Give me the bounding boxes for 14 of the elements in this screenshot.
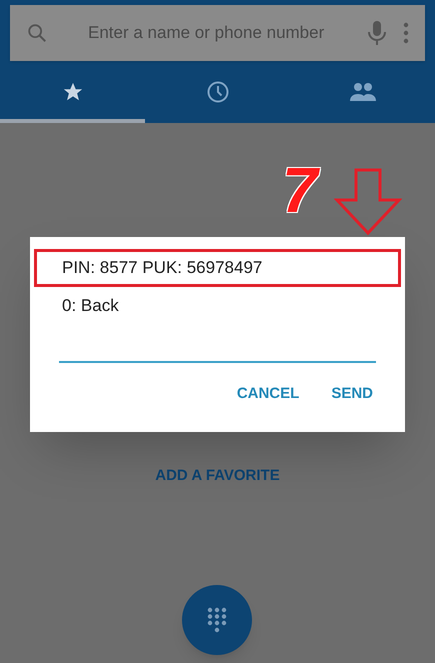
microphone-icon[interactable] bbox=[367, 20, 387, 46]
dialog-button[interactable]: SEND bbox=[331, 383, 373, 406]
clock-icon bbox=[206, 80, 230, 104]
search-icon bbox=[26, 22, 48, 44]
search-input[interactable]: Enter a name or phone number bbox=[88, 20, 351, 46]
search-field[interactable]: Enter a name or phone number bbox=[10, 5, 425, 61]
step-number: 7 bbox=[282, 158, 318, 222]
dialog-button[interactable]: CANCEL bbox=[236, 383, 300, 406]
more-options-icon[interactable] bbox=[403, 22, 409, 44]
star-icon bbox=[62, 81, 84, 103]
message-line: 0: Back bbox=[61, 295, 120, 318]
down-arrow-icon bbox=[334, 168, 402, 236]
people-icon bbox=[348, 81, 376, 103]
dialpad-icon bbox=[207, 607, 227, 633]
